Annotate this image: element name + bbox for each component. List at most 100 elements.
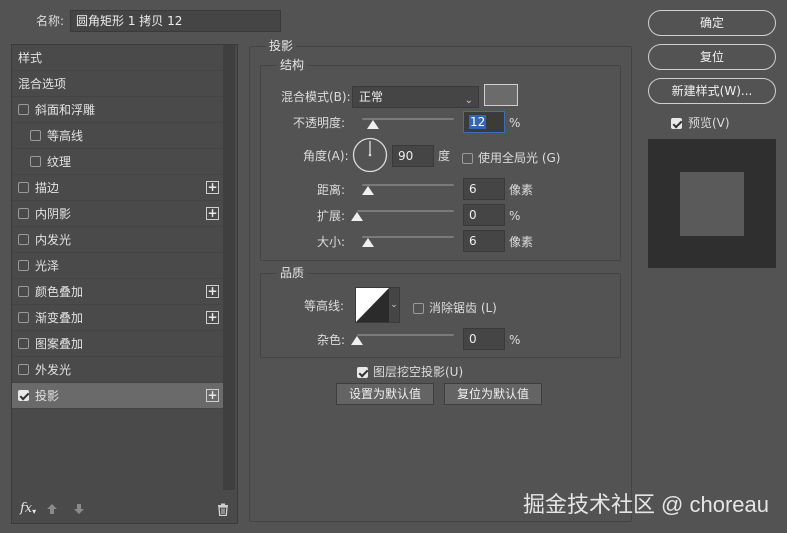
reset-button[interactable]: 复位 (648, 44, 776, 70)
anti-alias-box[interactable] (413, 302, 424, 314)
preview-swatch (680, 172, 744, 236)
style-checkbox[interactable] (18, 104, 29, 115)
style-list-label: 等高线 (47, 129, 84, 143)
spread-slider-track[interactable] (357, 210, 454, 212)
preview-checkbox[interactable]: 预览(V) (671, 115, 730, 131)
arrow-down-icon[interactable] (72, 502, 86, 516)
spread-unit: % (509, 209, 521, 223)
reset-default-button[interactable]: 复位为默认值 (444, 383, 542, 405)
style-list-label: 样式 (18, 51, 43, 65)
contour-label: 等高线: (304, 299, 345, 313)
opacity-input[interactable]: 12 (463, 111, 505, 133)
style-checkbox[interactable] (18, 338, 29, 349)
trash-icon[interactable] (217, 503, 229, 517)
noise-slider-track[interactable] (357, 334, 454, 336)
style-list-item[interactable]: 混合选项 (12, 71, 223, 97)
add-effect-icon[interactable]: + (206, 285, 219, 298)
add-effect-icon[interactable]: + (206, 389, 219, 402)
style-list-item[interactable]: 斜面和浮雕 (12, 97, 223, 123)
preview-label: 预览(V) (688, 116, 730, 130)
style-list-label: 渐变叠加 (35, 311, 84, 325)
noise-input[interactable]: 0 (463, 328, 505, 350)
style-name-input[interactable]: 圆角矩形 1 拷贝 12 (70, 10, 281, 32)
anti-alias-checkbox[interactable]: 消除锯齿 (L) (413, 300, 497, 316)
size-slider-track[interactable] (362, 236, 454, 238)
opacity-slider-thumb[interactable] (367, 120, 380, 129)
contour-picker[interactable]: ⌄ (355, 287, 400, 323)
knockout-label: 图层挖空投影(U) (373, 365, 464, 379)
style-list-item[interactable]: 投影 + (12, 383, 223, 409)
anti-alias-label: 消除锯齿 (L) (429, 301, 497, 315)
spread-input[interactable]: 0 (463, 204, 505, 226)
size-slider-thumb[interactable] (361, 238, 374, 247)
style-list-item[interactable]: 内发光 (12, 227, 223, 253)
angle-dial[interactable] (352, 137, 388, 173)
name-label: 名称: (36, 14, 65, 28)
style-list-item[interactable]: 等高线 (12, 123, 223, 149)
chevron-down-icon: ⌄ (464, 95, 473, 106)
new-style-button[interactable]: 新建样式(W)... (648, 78, 776, 104)
blend-mode-select[interactable]: 正常 ⌄ (352, 86, 479, 108)
style-list-label: 图案叠加 (35, 337, 84, 351)
distance-input[interactable]: 6 (463, 178, 505, 200)
style-list-item[interactable]: 颜色叠加 + (12, 279, 223, 305)
distance-unit: 像素 (509, 183, 534, 197)
add-effect-icon[interactable]: + (206, 181, 219, 194)
style-checkbox[interactable] (30, 156, 41, 167)
noise-slider-thumb[interactable] (351, 336, 363, 345)
style-checkbox[interactable] (18, 208, 29, 219)
opacity-unit: % (509, 116, 521, 130)
style-checkbox[interactable] (18, 364, 29, 375)
style-list-item[interactable]: 渐变叠加 + (12, 305, 223, 331)
angle-unit: 度 (438, 149, 451, 163)
global-light-box[interactable] (462, 152, 473, 164)
style-checkbox[interactable] (18, 286, 29, 297)
preview-box[interactable] (671, 117, 682, 129)
style-checkbox[interactable] (18, 260, 29, 271)
ok-button[interactable]: 确定 (648, 10, 776, 36)
arrow-up-icon[interactable] (45, 502, 59, 516)
global-light-label: 使用全局光 (G) (478, 151, 561, 165)
style-checkbox[interactable] (18, 390, 29, 401)
knockout-checkbox[interactable]: 图层挖空投影(U) (357, 364, 463, 380)
style-list-label: 内阴影 (35, 207, 72, 221)
style-checkbox[interactable] (18, 312, 29, 323)
list-scrollbar[interactable] (223, 45, 235, 490)
spread-slider-thumb[interactable] (351, 212, 363, 221)
distance-slider-track[interactable] (362, 184, 454, 186)
style-list-label: 内发光 (35, 233, 72, 247)
style-list-item[interactable]: 外发光 (12, 357, 223, 383)
style-checkbox[interactable] (18, 182, 29, 193)
style-list-item[interactable]: 图案叠加 (12, 331, 223, 357)
global-light-checkbox[interactable]: 使用全局光 (G) (462, 150, 560, 166)
add-effect-icon[interactable]: + (206, 207, 219, 220)
style-list: 样式混合选项 斜面和浮雕等高线纹理描边 + 内阴影 + 内发光光泽 颜色叠加 + 渐变叠加 + 图案… (11, 44, 238, 524)
quality-title: 品质 (277, 266, 308, 280)
style-list-label: 投影 (35, 389, 60, 403)
noise-label: 杂色: (317, 333, 346, 347)
style-list-item[interactable]: 纹理 (12, 149, 223, 175)
make-default-button[interactable]: 设置为默认值 (336, 383, 434, 405)
size-input[interactable]: 6 (463, 230, 505, 252)
shadow-color-swatch[interactable] (484, 84, 518, 106)
style-list-label: 外发光 (35, 363, 72, 377)
add-effect-icon[interactable]: + (206, 311, 219, 324)
chevron-down-icon: ⌄ (389, 288, 399, 322)
angle-label: 角度(A): (303, 149, 349, 163)
style-list-item[interactable]: 内阴影 + (12, 201, 223, 227)
size-label: 大小: (317, 235, 346, 249)
style-list-item[interactable]: 描边 + (12, 175, 223, 201)
distance-slider-thumb[interactable] (361, 186, 374, 195)
blend-mode-label: 混合模式(B): (281, 90, 351, 104)
style-list-item[interactable]: 样式 (12, 45, 223, 71)
style-checkbox[interactable] (30, 130, 41, 141)
angle-input[interactable]: 90 (392, 145, 434, 167)
structure-title: 结构 (277, 58, 308, 72)
style-list-item[interactable]: 光泽 (12, 253, 223, 279)
style-list-label: 纹理 (47, 155, 72, 169)
style-checkbox[interactable] (18, 234, 29, 245)
preview-pane (648, 139, 776, 268)
knockout-box[interactable] (357, 366, 368, 378)
contour-preview (356, 288, 389, 322)
fx-icon[interactable]: fx▾ (20, 501, 36, 516)
